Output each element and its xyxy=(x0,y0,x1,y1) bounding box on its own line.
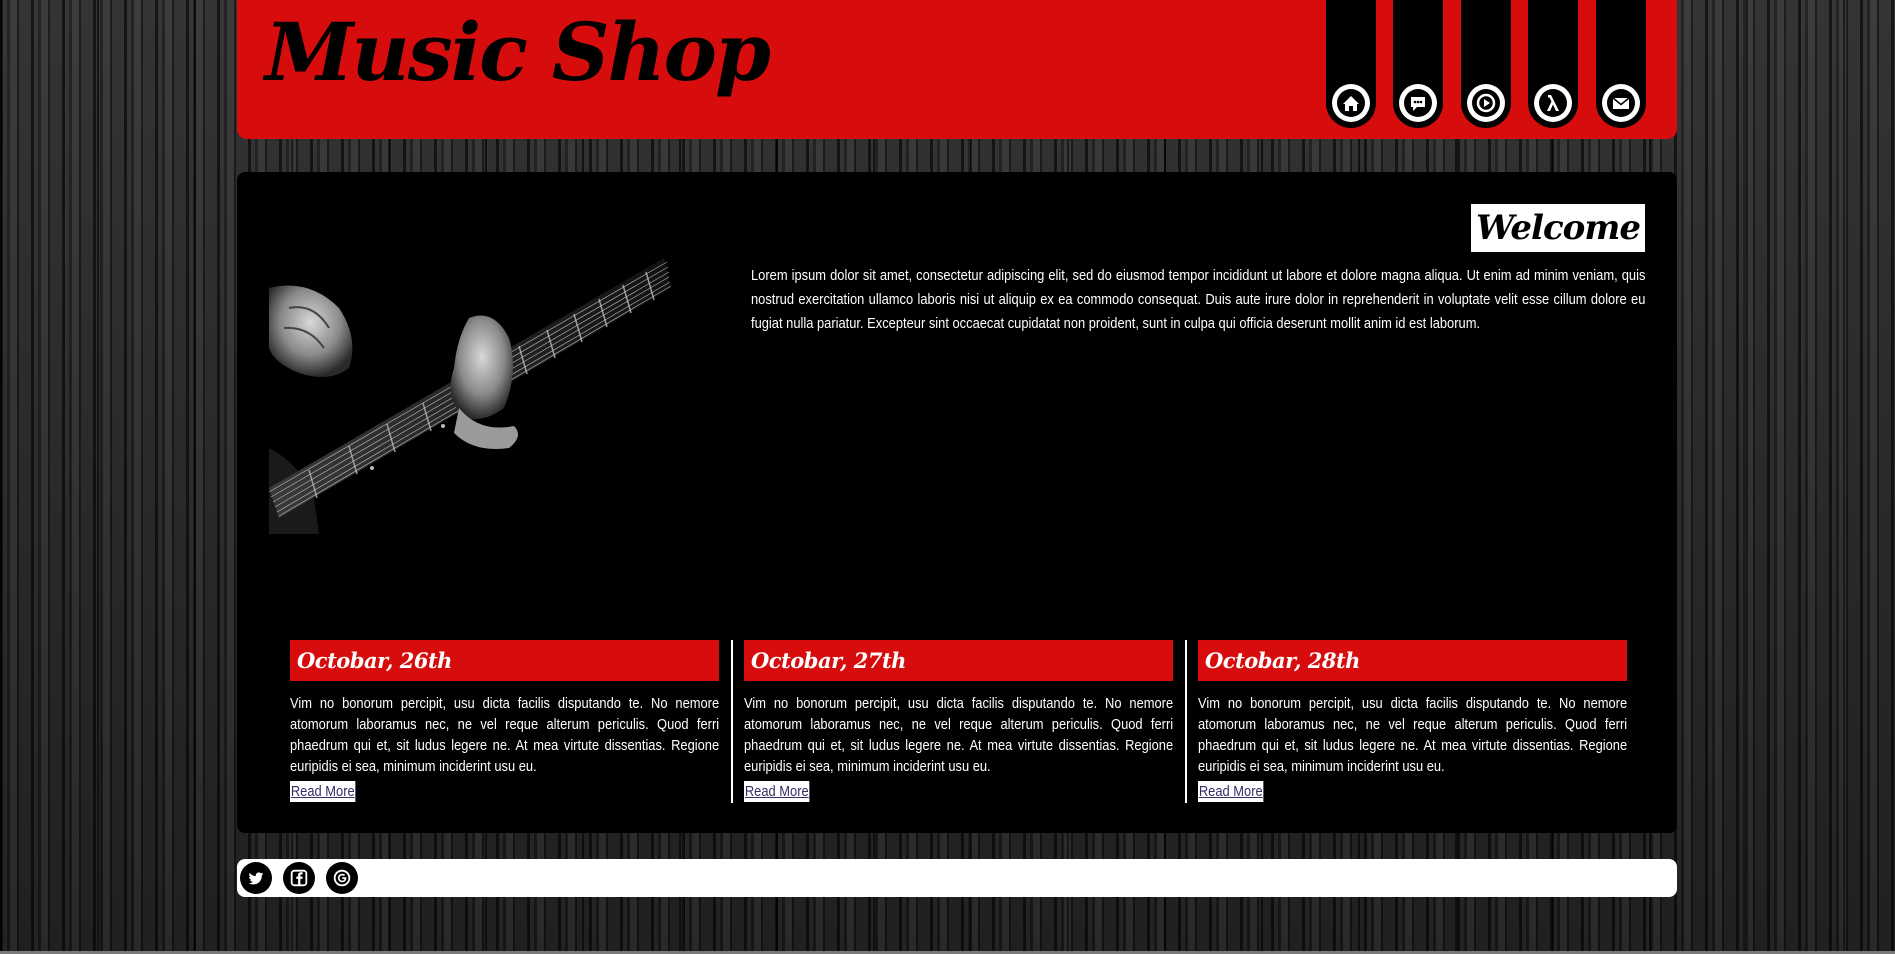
nav-mail[interactable] xyxy=(1596,0,1646,128)
intro-text: Lorem ipsum dolor sit amet, consectetur … xyxy=(751,267,1646,332)
news-date: Octobar, 26th xyxy=(290,640,719,681)
news-body: Vim no bonorum percipit, usu dicta facil… xyxy=(290,695,720,775)
site-logo[interactable]: Music Shop xyxy=(265,4,771,100)
news-body: Vim no bonorum percipit, usu dicta facil… xyxy=(744,695,1174,775)
mail-icon xyxy=(1602,84,1640,122)
welcome-heading: Welcome xyxy=(1471,204,1645,252)
home-icon xyxy=(1332,84,1370,122)
chat-icon xyxy=(1399,84,1437,122)
facebook-icon[interactable] xyxy=(283,862,315,894)
nav-lambda[interactable] xyxy=(1528,0,1578,128)
nav-home[interactable] xyxy=(1326,0,1376,128)
google-plus-icon[interactable] xyxy=(326,862,358,894)
news-body: Vim no bonorum percipit, usu dicta facil… xyxy=(1198,695,1628,775)
news-date: Octobar, 27th xyxy=(744,640,1173,681)
site-header: Music Shop xyxy=(237,0,1677,139)
read-more-link[interactable]: Read More xyxy=(744,781,810,802)
news-divider xyxy=(731,640,733,803)
news-item: Octobar, 28th Vim no bonorum percipit, u… xyxy=(1198,640,1627,802)
nav-chat[interactable] xyxy=(1393,0,1443,128)
news-item: Octobar, 27th Vim no bonorum percipit, u… xyxy=(744,640,1173,802)
read-more-link[interactable]: Read More xyxy=(290,781,356,802)
news-date: Octobar, 28th xyxy=(1198,640,1627,681)
read-more-link[interactable]: Read More xyxy=(1198,781,1264,802)
guitar-image xyxy=(269,248,671,534)
nav-play[interactable] xyxy=(1461,0,1511,128)
play-icon xyxy=(1467,84,1505,122)
twitter-icon[interactable] xyxy=(240,862,272,894)
main-panel: Welcome Lorem ipsum dolor sit amet, cons… xyxy=(237,172,1677,833)
site-footer xyxy=(237,859,1677,897)
news-divider xyxy=(1185,640,1187,803)
news-item: Octobar, 26th Vim no bonorum percipit, u… xyxy=(290,640,719,802)
lambda-icon xyxy=(1534,84,1572,122)
